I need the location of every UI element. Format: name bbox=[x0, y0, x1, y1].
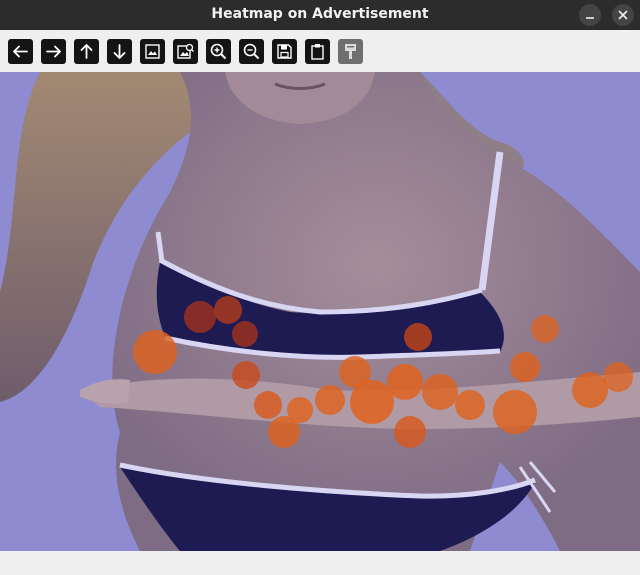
zoom-out-icon bbox=[243, 43, 260, 60]
arrow-up-icon bbox=[80, 44, 93, 59]
heatmap-image bbox=[0, 72, 640, 551]
heat-spot bbox=[387, 364, 423, 400]
app-window: Heatmap on Advertisement bbox=[0, 0, 640, 575]
image-button[interactable] bbox=[140, 39, 165, 64]
paint-brush-icon bbox=[345, 44, 356, 59]
forward-button[interactable] bbox=[41, 39, 66, 64]
window-title: Heatmap on Advertisement bbox=[211, 6, 429, 22]
down-button[interactable] bbox=[107, 39, 132, 64]
status-bar bbox=[0, 551, 640, 575]
heat-spot bbox=[603, 362, 633, 392]
arrow-right-icon bbox=[46, 45, 61, 58]
minimize-icon bbox=[586, 17, 594, 19]
close-button[interactable] bbox=[612, 4, 634, 26]
heatmap-canvas[interactable] bbox=[0, 72, 640, 551]
copy-button[interactable] bbox=[305, 39, 330, 64]
zoom-in-button[interactable] bbox=[206, 39, 231, 64]
heat-spot bbox=[510, 352, 540, 382]
heat-spot bbox=[214, 296, 242, 324]
heat-spot bbox=[232, 321, 258, 347]
clipboard-icon bbox=[311, 44, 324, 60]
heat-spot bbox=[394, 416, 426, 448]
image-search-icon bbox=[177, 43, 194, 59]
heat-spot bbox=[287, 397, 313, 423]
heat-spot bbox=[572, 372, 608, 408]
arrow-left-icon bbox=[13, 45, 28, 58]
heat-spot bbox=[350, 380, 394, 424]
arrow-down-icon bbox=[113, 44, 126, 59]
heat-spot bbox=[531, 315, 559, 343]
paint-button[interactable] bbox=[338, 39, 363, 64]
save-icon bbox=[277, 44, 292, 59]
up-button[interactable] bbox=[74, 39, 99, 64]
zoom-out-button[interactable] bbox=[239, 39, 264, 64]
heat-spot bbox=[455, 390, 485, 420]
heat-spot bbox=[315, 385, 345, 415]
toolbar bbox=[0, 30, 640, 72]
image-search-button[interactable] bbox=[173, 39, 198, 64]
heat-spot bbox=[493, 390, 537, 434]
title-bar: Heatmap on Advertisement bbox=[0, 0, 640, 30]
heat-spot bbox=[232, 361, 260, 389]
image-icon bbox=[145, 44, 160, 59]
heat-spot bbox=[184, 301, 216, 333]
heat-spot bbox=[254, 391, 282, 419]
heat-spot bbox=[422, 374, 458, 410]
heat-spot bbox=[404, 323, 432, 351]
heat-spot bbox=[133, 330, 177, 374]
back-button[interactable] bbox=[8, 39, 33, 64]
close-icon bbox=[618, 10, 628, 20]
zoom-in-icon bbox=[210, 43, 227, 60]
save-button[interactable] bbox=[272, 39, 297, 64]
minimize-button[interactable] bbox=[579, 4, 601, 26]
